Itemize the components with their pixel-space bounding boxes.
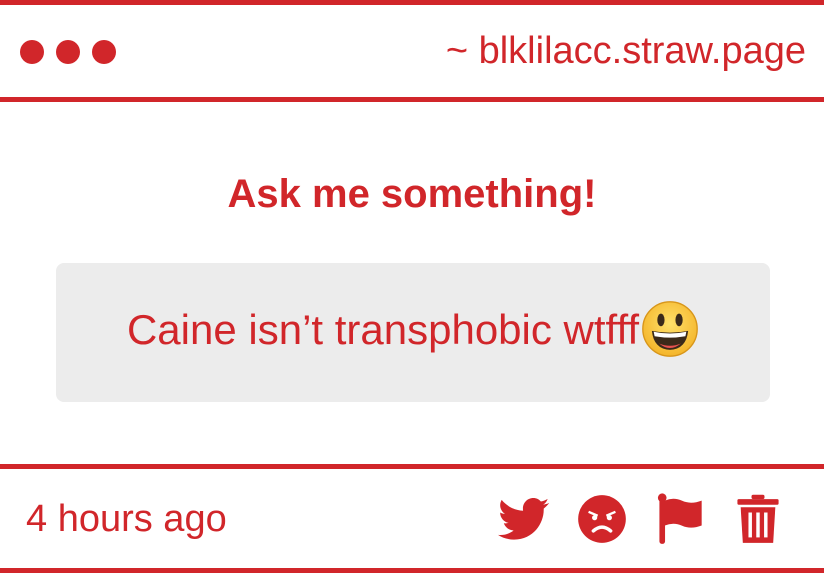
window-dots xyxy=(20,40,116,64)
angry-face-icon[interactable] xyxy=(576,493,628,545)
action-icons xyxy=(498,493,784,545)
bottom-border xyxy=(0,568,824,573)
footer-divider xyxy=(0,464,824,469)
flag-icon[interactable] xyxy=(654,493,706,545)
header-bar: ~ blklilacc.straw.page xyxy=(0,5,824,97)
question-card: Caine isn’t transphobic wtfff xyxy=(56,263,770,402)
page-title: Ask me something! xyxy=(227,172,597,216)
window-dot xyxy=(56,40,80,64)
twitter-icon[interactable] xyxy=(498,493,550,545)
window-dot xyxy=(20,40,44,64)
grinning-face-icon xyxy=(642,300,698,357)
question-text: Caine isn’t transphobic wtfff xyxy=(126,300,699,362)
question-label: Caine isn’t transphobic wtfff xyxy=(126,305,640,353)
page-url[interactable]: ~ blklilacc.straw.page xyxy=(446,29,806,73)
footer-bar: 4 hours ago xyxy=(0,471,824,568)
timestamp: 4 hours ago xyxy=(26,498,227,540)
header-divider xyxy=(0,97,824,102)
window-dot xyxy=(92,40,116,64)
trash-icon[interactable] xyxy=(732,493,784,545)
